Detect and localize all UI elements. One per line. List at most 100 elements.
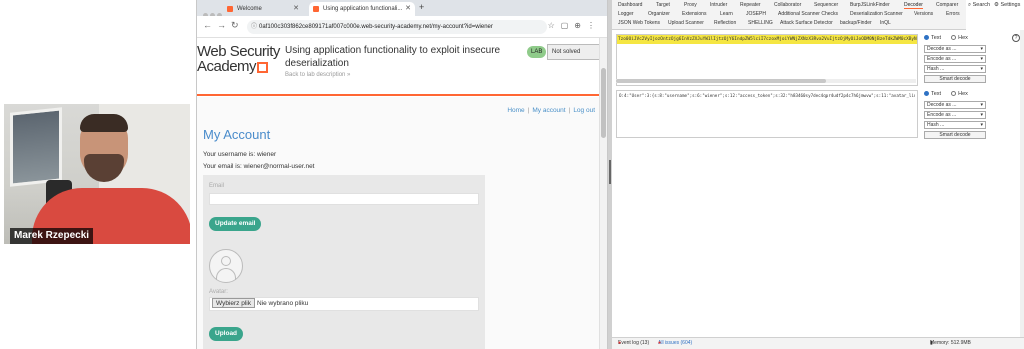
burp-search[interactable]: ⌕ Search — [968, 2, 990, 9]
tab-versions[interactable]: Versions — [914, 11, 933, 17]
webcam-feed: Marek Rzepecki — [4, 104, 190, 244]
avatar-file-input: Wybierz plik Nie wybrano pliku — [209, 297, 479, 311]
participant-name: Marek Rzepecki — [10, 228, 94, 244]
logo-mark-icon — [257, 61, 269, 73]
decoder-output-panel[interactable]: O:4:"User":3:{s:8:"username";s:6:"wiener… — [616, 90, 918, 138]
decode-as-dropdown[interactable]: Decode as ... — [924, 45, 986, 53]
browser-window: Welcome ✕ Using application functionali.… — [196, 0, 608, 349]
scrollbar-thumb[interactable] — [601, 68, 606, 138]
hex-radio[interactable] — [951, 35, 957, 41]
portswigger-favicon-icon — [313, 6, 319, 12]
burp-scrollbar[interactable] — [1020, 30, 1024, 337]
tab-inql[interactable]: InQL — [880, 20, 891, 26]
tab-shelling[interactable]: SHELLING — [748, 20, 773, 26]
burp-tool-tabs: Dashboard Target Proxy Intruder Repeater… — [612, 0, 966, 30]
tab-logger[interactable]: Logger — [618, 11, 634, 17]
tab-deserialization-scanner[interactable]: Deserialization Scanner — [850, 11, 903, 17]
url-field[interactable]: ⓘ 0af100c303f862ce809171af007c000e.web-s… — [247, 20, 547, 34]
file-status: Nie wybrano pliku — [256, 300, 309, 307]
browser-tab-label: Using application functionali... — [323, 6, 403, 12]
tab-backup-finder[interactable]: backup/Finder — [840, 20, 872, 26]
lab-title: Using application functionality to explo… — [285, 45, 501, 69]
update-email-button[interactable]: Update email — [209, 217, 262, 231]
tab-extensions[interactable]: Extensions — [682, 11, 706, 17]
browser-tab-lab[interactable]: Using application functionali... ✕ — [309, 2, 415, 16]
top-navigation: Home | My account | Log out — [507, 107, 595, 114]
page-scrollbar[interactable] — [599, 38, 607, 349]
tab-decoder[interactable]: Decoder — [904, 2, 923, 9]
choose-file-button[interactable]: Wybierz plik — [212, 298, 255, 308]
tab-additional-scanner-checks[interactable]: Additional Scanner Checks — [778, 11, 838, 17]
tab-proxy[interactable]: Proxy — [684, 2, 697, 8]
hex-radio[interactable] — [951, 91, 957, 97]
tab-joseph[interactable]: JOSEPH — [746, 11, 766, 17]
format-radio-group: Text Hex — [924, 34, 1022, 43]
tab-upload-scanner[interactable]: Upload Scanner — [668, 20, 704, 26]
encoded-text[interactable]: Tzo0OiJVc2VyIjozOntzOjg6InVzZXJuYW1lIjtz… — [617, 35, 917, 44]
username-line: Your username is: wiener — [203, 151, 277, 158]
lab-header: Web Security Academy Using application f… — [197, 38, 607, 96]
drag-handle-icon[interactable] — [609, 160, 611, 184]
tab-comparer[interactable]: Comparer — [936, 2, 958, 8]
web-security-academy-logo[interactable]: Web Security Academy — [197, 44, 280, 74]
tab-attack-surface-detector[interactable]: Attack Surface Detector — [780, 20, 833, 26]
burp-settings[interactable]: ⚙ Settings — [994, 2, 1020, 8]
browser-tab-welcome[interactable]: Welcome ✕ — [223, 2, 303, 16]
logo-line-1: Web Security — [197, 43, 280, 60]
home-link[interactable]: Home — [507, 107, 524, 114]
smart-decode-button[interactable]: Smart decode — [924, 75, 986, 83]
tab-organizer[interactable]: Organizer — [648, 11, 670, 17]
smart-decode-button[interactable]: Smart decode — [924, 131, 986, 139]
settings-label: Settings — [1000, 2, 1021, 8]
webcam-person-hair — [80, 114, 128, 132]
close-icon[interactable]: ✕ — [405, 2, 411, 16]
page-title: My Account — [203, 127, 271, 142]
tab-collaborator[interactable]: Collaborator — [774, 2, 801, 8]
help-icon[interactable]: ? — [1012, 34, 1020, 42]
tab-errors[interactable]: Errors — [946, 11, 960, 17]
forward-arrow-icon[interactable]: → — [217, 20, 226, 30]
encode-as-dropdown[interactable]: Encode as ... — [924, 111, 986, 119]
browser-tab-label: Welcome — [237, 6, 262, 12]
decode-as-dropdown[interactable]: Decode as ... — [924, 101, 986, 109]
hex-radio-label: Hex — [958, 35, 968, 41]
back-arrow-icon[interactable]: ← — [203, 20, 212, 30]
hash-dropdown[interactable]: Hash ... — [924, 65, 986, 73]
reload-icon[interactable]: ↻ — [231, 20, 239, 31]
alert-dot-icon: ● — [618, 340, 622, 346]
email-field[interactable] — [209, 193, 479, 205]
webcam-window — [10, 107, 62, 187]
decoder-horizontal-scrollbar[interactable] — [616, 79, 916, 83]
back-to-lab-description-link[interactable]: Back to lab description » — [285, 72, 350, 78]
tab-reflection[interactable]: Reflection — [714, 20, 736, 26]
hash-dropdown[interactable]: Hash ... — [924, 121, 986, 129]
decoded-text[interactable]: O:4:"User":3:{s:8:"username";s:6:"wiener… — [619, 93, 915, 99]
email-label: Email — [209, 183, 225, 189]
tab-sequencer[interactable]: Sequencer — [814, 2, 838, 8]
site-info-icon[interactable]: ⓘ — [251, 20, 257, 34]
decoder-controls-2: Text Hex Decode as ... Encode as ... Hash… — [924, 90, 1022, 139]
tab-learn[interactable]: Learn — [720, 11, 733, 17]
browser-toolbar-icons[interactable]: ☆▢⊕⋮ — [548, 21, 601, 30]
new-tab-icon[interactable]: + — [419, 2, 424, 12]
format-radio-group: Text Hex — [924, 90, 1022, 99]
lab-badge: LAB — [527, 46, 547, 58]
tab-json-web-tokens[interactable]: JSON Web Tokens — [618, 20, 660, 26]
avatar-label: Avatar: — [209, 289, 228, 295]
text-radio[interactable] — [924, 35, 929, 41]
upload-button[interactable]: Upload — [209, 327, 244, 341]
logout-link[interactable]: Log out — [573, 107, 595, 114]
burp-status-bar: Event log (13) ● All issues (604) ● ▮ Me… — [612, 337, 1024, 349]
tab-repeater[interactable]: Repeater — [740, 2, 761, 8]
tab-intruder[interactable]: Intruder — [710, 2, 727, 8]
email-line: Your email is: wiener@normal-user.net — [203, 163, 315, 170]
tab-burpjslinkfinder[interactable]: BurpJSLinkFinder — [850, 2, 890, 8]
memory-text: Memory: 512.9MB — [930, 340, 971, 346]
tab-dashboard[interactable]: Dashboard — [618, 2, 642, 8]
close-icon[interactable]: ✕ — [293, 2, 299, 16]
scrollbar-thumb[interactable] — [616, 79, 826, 83]
encode-as-dropdown[interactable]: Encode as ... — [924, 55, 986, 63]
my-account-link[interactable]: My account — [532, 107, 565, 114]
tab-target[interactable]: Target — [656, 2, 670, 8]
text-radio[interactable] — [924, 91, 929, 97]
